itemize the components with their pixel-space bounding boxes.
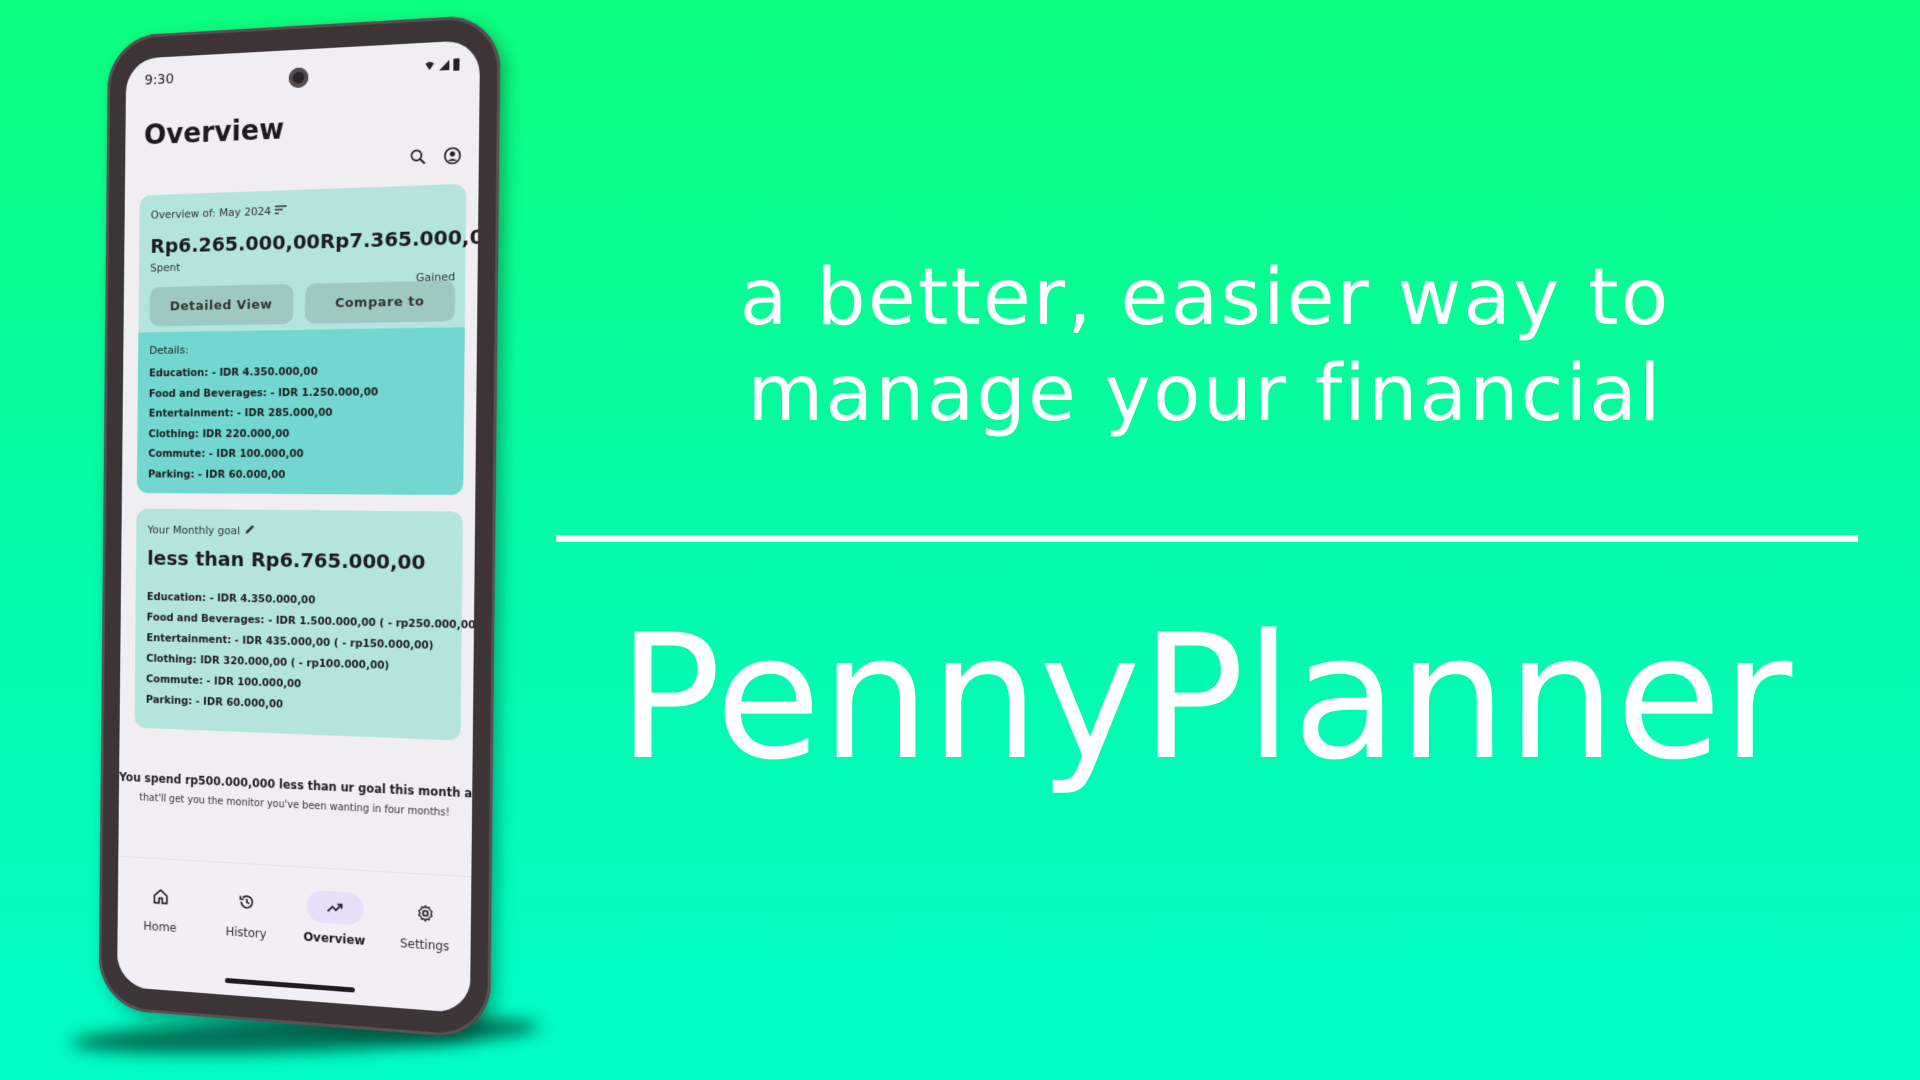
nav-item-home[interactable]: Home bbox=[127, 879, 194, 992]
history-icon bbox=[218, 884, 274, 919]
home-icon bbox=[133, 879, 188, 914]
status-icons bbox=[424, 58, 460, 72]
goal-list: Education: - IDR 4.350.000,00 Food and B… bbox=[146, 587, 480, 723]
nav-item-settings[interactable]: Settings bbox=[389, 895, 461, 1013]
brand-name: PennyPlanner bbox=[617, 597, 1793, 798]
overview-period[interactable]: Overview of: May 2024 bbox=[150, 204, 287, 222]
sort-icon[interactable] bbox=[275, 204, 287, 217]
nav-label-history: History bbox=[225, 924, 267, 942]
app-header: Overview bbox=[144, 104, 464, 187]
details-heading: Details: bbox=[149, 343, 189, 357]
goal-label: Your Monthly goal bbox=[147, 522, 241, 537]
goal-label-row: Your Monthly goal bbox=[147, 522, 255, 537]
edit-icon[interactable] bbox=[245, 523, 256, 537]
spent-label: Spent bbox=[150, 260, 181, 275]
gear-icon bbox=[396, 895, 455, 931]
overview-card: Overview of: May 2024 Rp6.265.000,00 Rp7… bbox=[138, 183, 480, 333]
spent-amount: Rp6.265.000,00 bbox=[150, 229, 321, 258]
details-card: Details: Education: - IDR 4.350.000,00 F… bbox=[136, 327, 465, 496]
overview-buttons: Detailed View Compare to bbox=[149, 280, 456, 327]
overview-period-label: Overview of: May 2024 bbox=[150, 204, 272, 222]
tagline-line-2: manage your financial bbox=[747, 349, 1663, 439]
detail-item: Commute: - IDR 100.000,00 bbox=[148, 447, 304, 461]
compare-to-button[interactable]: Compare to bbox=[305, 280, 456, 324]
detail-item: Food and Beverages: - IDR 1.250.000,00 bbox=[148, 385, 379, 400]
detail-item: Parking: - IDR 60.000,00 bbox=[148, 468, 286, 481]
detail-item: Education: - IDR 4.350.000,00 bbox=[149, 365, 318, 380]
goal-amount: less than Rp6.765.000,00 bbox=[147, 545, 426, 575]
battery-icon bbox=[453, 58, 460, 71]
amount-row: Rp6.265.000,00 Rp7.365.000,00 bbox=[150, 224, 480, 258]
detail-item: Entertainment: - IDR 285.000,00 bbox=[148, 406, 333, 420]
nav-label-overview: Overview bbox=[303, 929, 366, 948]
details-list: Education: - IDR 4.350.000,00 Food and B… bbox=[148, 361, 378, 485]
divider-line bbox=[556, 535, 1858, 542]
bottom-navigation: Home History Overview Settings bbox=[117, 855, 472, 1014]
gained-amount: Rp7.365.000,00 bbox=[319, 223, 481, 254]
detailed-view-button[interactable]: Detailed View bbox=[149, 284, 294, 327]
detail-item: Clothing: IDR 220.000,00 bbox=[148, 427, 290, 440]
search-icon[interactable] bbox=[408, 146, 428, 167]
monthly-goal-card: Your Monthly goal less than Rp6.765.000,… bbox=[134, 508, 480, 741]
tagline-line-1: a better, easier way to bbox=[739, 253, 1671, 343]
wifi-icon bbox=[424, 62, 435, 71]
phone-screen: 9:30 Overview Overview of: May 2024 Rp6.… bbox=[117, 39, 481, 1014]
page-title: Overview bbox=[143, 112, 285, 152]
trending-up-icon bbox=[306, 889, 364, 926]
nav-label-home: Home bbox=[143, 918, 177, 935]
nav-label-settings: Settings bbox=[399, 936, 450, 954]
signal-icon bbox=[439, 60, 449, 71]
status-time: 9:30 bbox=[144, 71, 175, 89]
account-icon[interactable] bbox=[442, 145, 462, 166]
header-actions bbox=[408, 145, 463, 168]
phone-mockup: 9:30 Overview Overview of: May 2024 Rp6.… bbox=[98, 13, 501, 1040]
tagline: a better, easier way to manage your fina… bbox=[600, 250, 1810, 442]
